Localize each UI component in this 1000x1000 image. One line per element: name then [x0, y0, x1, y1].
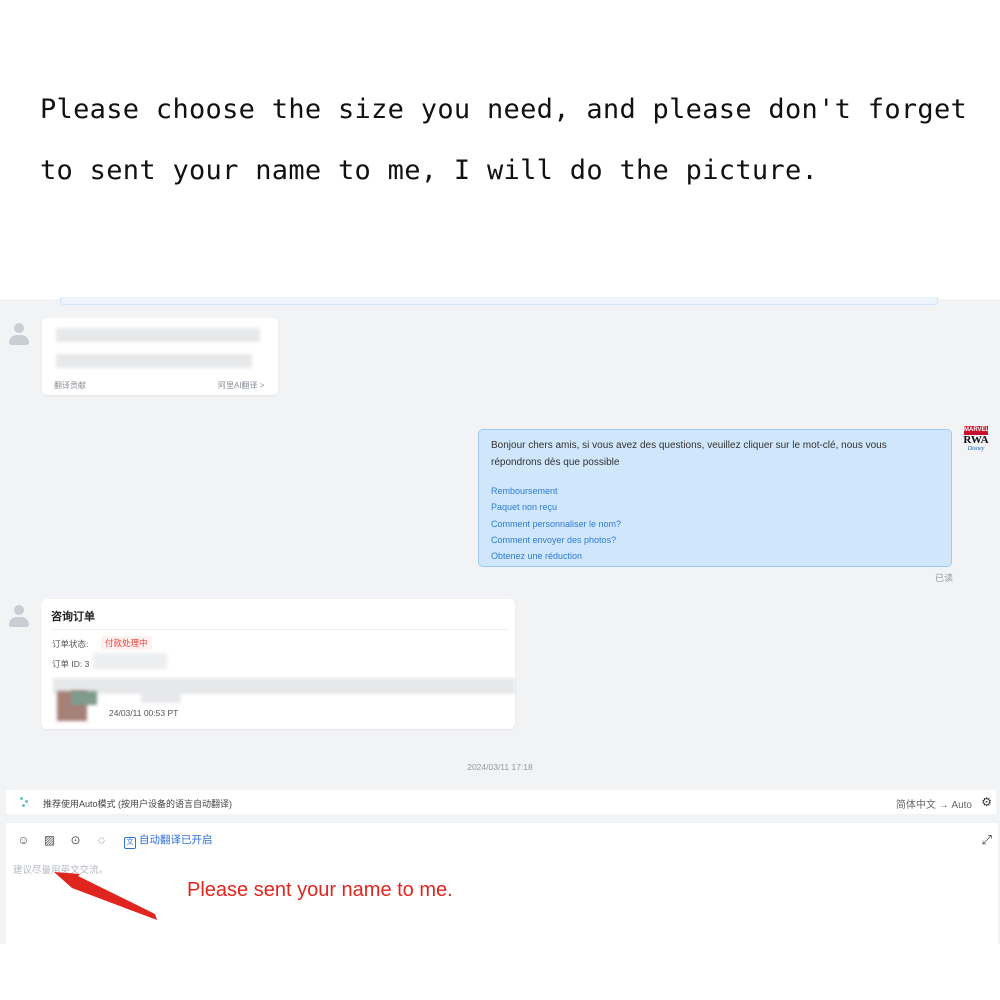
annotation-arrow	[54, 872, 157, 920]
annotation-text: Please sent your name to me.	[187, 879, 453, 901]
